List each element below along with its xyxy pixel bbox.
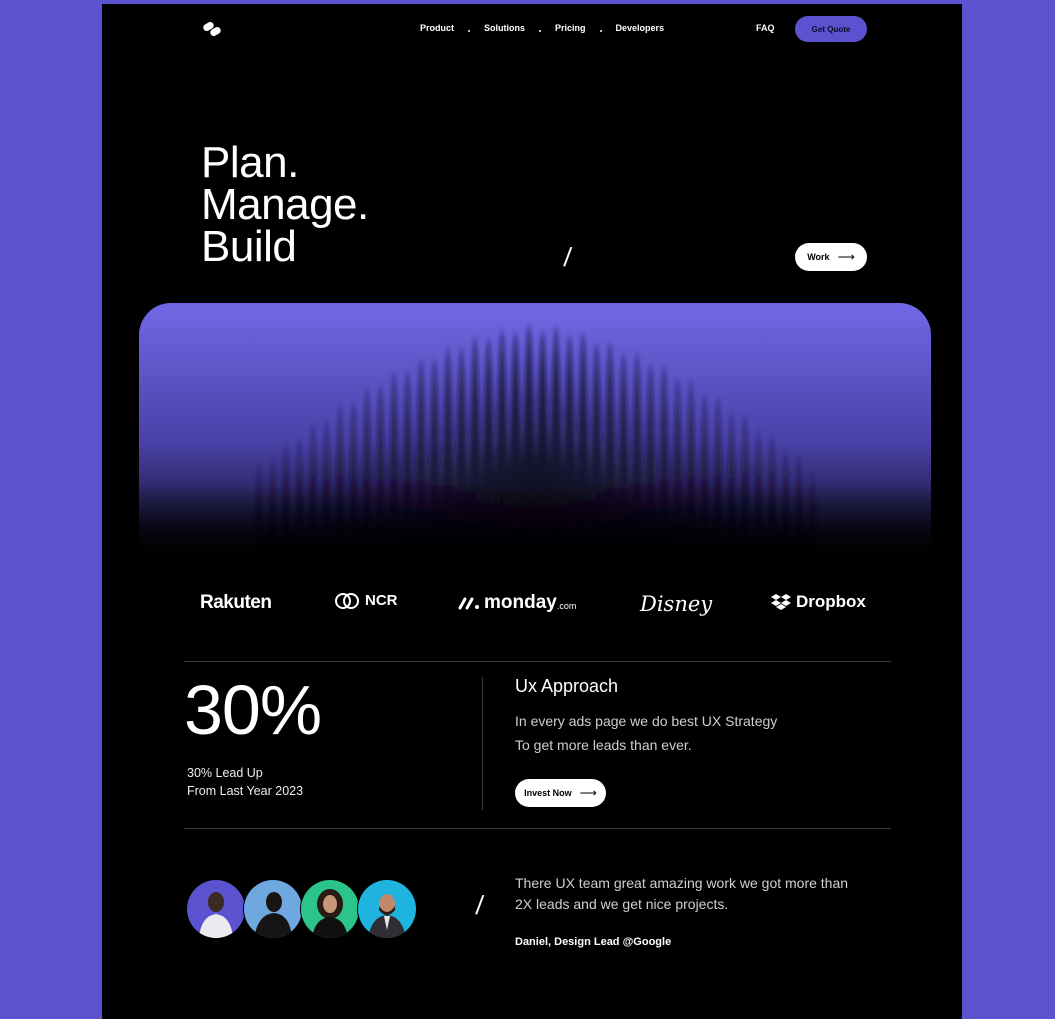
stat-caption-line-2: From Last Year 2023 bbox=[187, 784, 304, 798]
ncr-icon bbox=[335, 592, 359, 609]
brand-logo-disney: Disney bbox=[640, 592, 712, 616]
section-divider-top bbox=[184, 661, 891, 662]
get-quote-button[interactable]: Get Quote bbox=[795, 16, 867, 42]
brand-name: NCR bbox=[365, 592, 398, 609]
hero-title-line-3: Build bbox=[201, 222, 297, 271]
stat-value: 30% bbox=[184, 671, 322, 749]
nav-separator bbox=[539, 30, 542, 32]
avatar-image bbox=[244, 880, 302, 938]
avatar bbox=[300, 879, 360, 939]
nav-item-developers[interactable]: Developers bbox=[616, 23, 665, 33]
testimonial-quote-line-1: There UX team great amazing work we got … bbox=[515, 875, 849, 891]
arrow-right-icon: ⟶ bbox=[579, 786, 597, 800]
hero-title-line-1: Plan. bbox=[201, 138, 299, 187]
testimonial-quote-line-2: 2X leads and we get nice projects. bbox=[515, 896, 729, 912]
approach-desc-line-2: To get more leads than ever. bbox=[515, 737, 692, 753]
testimonial-author: Daniel, Design Lead @Google bbox=[515, 936, 672, 948]
section-divider-bottom bbox=[184, 828, 891, 829]
work-button[interactable]: Work ⟶ bbox=[795, 243, 867, 271]
nav-item-pricing[interactable]: Pricing bbox=[555, 23, 586, 33]
slash-divider: / bbox=[474, 890, 485, 920]
avatar-image bbox=[358, 880, 416, 938]
wave-visual bbox=[139, 303, 931, 555]
avatar bbox=[243, 879, 303, 939]
nav-separator bbox=[599, 30, 602, 32]
monday-icon bbox=[458, 597, 479, 610]
double-pill-logo-icon[interactable] bbox=[202, 22, 222, 36]
slash-divider: / bbox=[562, 242, 573, 272]
invest-now-button[interactable]: Invest Now ⟶ bbox=[515, 779, 606, 807]
invest-now-label: Invest Now bbox=[524, 788, 572, 798]
work-button-label: Work bbox=[807, 252, 830, 262]
nav-item-solutions[interactable]: Solutions bbox=[484, 23, 525, 33]
hero-visual bbox=[139, 303, 931, 555]
brand-logo-monday: monday .com bbox=[458, 592, 576, 614]
brand-name-suffix: .com bbox=[556, 601, 577, 611]
avatar-image bbox=[187, 880, 245, 938]
approach-title: Ux Approach bbox=[515, 676, 619, 696]
brand-name: Dropbox bbox=[796, 592, 866, 611]
brand-logo-ncr: NCR bbox=[335, 592, 398, 609]
main-nav: Product Solutions Pricing Developers bbox=[420, 23, 664, 33]
dropbox-icon bbox=[771, 594, 791, 610]
stat-caption-line-1: 30% Lead Up bbox=[187, 766, 263, 780]
brand-name: Disney bbox=[640, 592, 713, 616]
brand-logo-rakuten: Rakuten bbox=[200, 592, 272, 614]
brand-name: monday bbox=[484, 592, 557, 613]
approach-desc-line-1: In every ads page we do best UX Strategy bbox=[515, 713, 778, 729]
hero-title-line-2: Manage. bbox=[201, 180, 369, 229]
page: Product Solutions Pricing Developers FAQ… bbox=[102, 4, 962, 1019]
avatar bbox=[357, 879, 417, 939]
faq-link[interactable]: FAQ bbox=[756, 23, 775, 33]
brand-logo-dropbox: Dropbox bbox=[770, 592, 866, 612]
avatar-image bbox=[301, 880, 359, 938]
brand-name: Rakuten bbox=[200, 592, 272, 613]
nav-item-product[interactable]: Product bbox=[420, 23, 454, 33]
section-divider-vertical bbox=[482, 677, 483, 810]
arrow-right-icon: ⟶ bbox=[837, 250, 855, 264]
avatar bbox=[186, 879, 246, 939]
nav-separator bbox=[468, 30, 471, 32]
